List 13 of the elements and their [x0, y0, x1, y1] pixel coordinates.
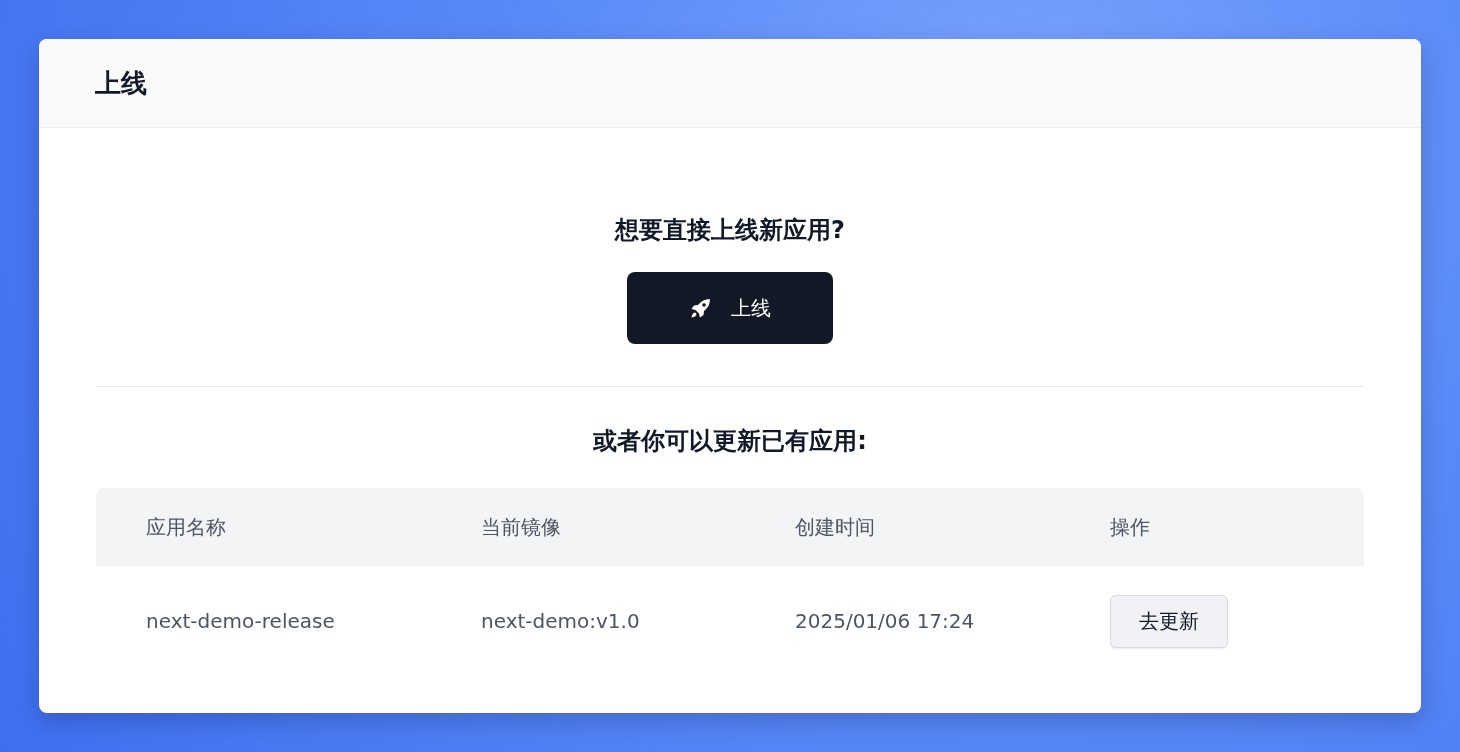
- column-header: 创建时间: [794, 513, 876, 541]
- column-header: 应用名称: [145, 513, 227, 541]
- table-cell-text: 2025/01/06 17:24: [794, 609, 976, 633]
- update-button[interactable]: 去更新: [1110, 594, 1228, 648]
- table-cell-text: next-demo:v1.0: [480, 609, 641, 633]
- panel-title: 上线: [95, 66, 147, 100]
- deploy-button[interactable]: 上线: [627, 272, 833, 344]
- update-heading: 或者你可以更新已有应用:: [593, 426, 867, 457]
- rocket-icon: [689, 296, 713, 320]
- column-header: 操作: [1109, 513, 1151, 541]
- new-app-heading: 想要直接上线新应用?: [615, 215, 845, 246]
- table-cell-text: next-demo-release: [145, 609, 336, 633]
- column-header: 当前镜像: [480, 513, 562, 541]
